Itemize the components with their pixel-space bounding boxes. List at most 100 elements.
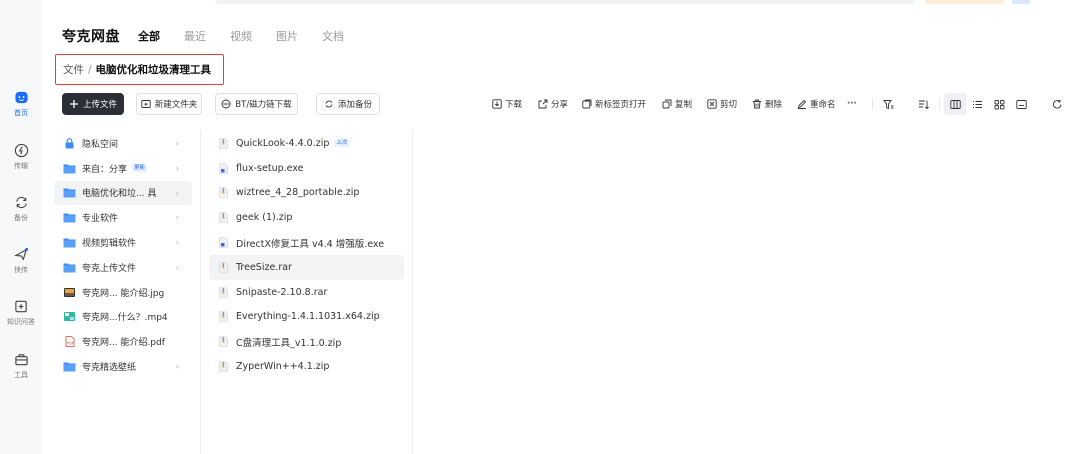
rar-file-icon	[219, 286, 228, 298]
folder-tree-label: 隐私空间	[82, 139, 119, 150]
download-label: 下载	[505, 100, 523, 110]
zip-file-icon	[219, 336, 228, 348]
folder-icon	[63, 164, 76, 174]
cut-button[interactable]: 剪切	[707, 93, 737, 115]
sidebar-item-home[interactable]: 首页	[0, 90, 42, 118]
file-row[interactable]: geek (1).zip	[209, 205, 404, 230]
open-new-tab-button[interactable]: 新标签页打开	[582, 93, 646, 115]
file-list: QuickLook-4.4.0.zip 上次 flux-setup.exe wiztr…	[209, 131, 404, 379]
copy-button[interactable]: 复制	[662, 93, 692, 115]
folder-tree-label: 夸克网... 能介绍.pdf	[82, 338, 165, 349]
new-folder-button[interactable]: 新建文件夹	[136, 93, 202, 115]
breadcrumb: 文件 / 电脑优化和垃圾清理工具	[55, 54, 224, 85]
file-name: wiztree_4_28_portable.zip	[236, 187, 360, 199]
pencil-icon	[797, 99, 807, 109]
folder-tree-item[interactable]: 夸克网...什么？.mp4	[54, 305, 192, 330]
folder-tree-item[interactable]: PDF 夸克网... 能介绍.pdf	[54, 329, 192, 354]
file-row[interactable]: DirectX修复工具 v4.4 增强版.exe	[209, 230, 404, 255]
sidebar-item-label: 传输	[14, 162, 28, 170]
folder-icon	[63, 213, 76, 223]
rename-label: 重命名	[810, 100, 836, 110]
folder-tree-label: 夸克网... 能介绍.jpg	[82, 288, 165, 299]
sort-icon	[918, 100, 929, 109]
tab-video[interactable]: 视频	[230, 28, 252, 44]
file-row[interactable]: C盘清理工具_v1.1.0.zip	[209, 329, 404, 354]
filter-button[interactable]	[877, 93, 899, 115]
rename-button[interactable]: 重命名	[797, 93, 836, 115]
folder-tree-item[interactable]: 专业软件 ›	[54, 205, 192, 230]
tab-image[interactable]: 图片	[276, 28, 298, 44]
bt-download-label: BT/磁力链下载	[235, 100, 292, 110]
share-button[interactable]: 分享	[538, 93, 568, 115]
sidebar-item-qa[interactable]: 知识问答	[0, 299, 42, 327]
sidebar-item-transfer[interactable]: 传输	[0, 143, 42, 171]
file-row[interactable]: Snipaste-2.10.8.rar	[209, 280, 404, 305]
svg-text:PDF: PDF	[67, 342, 74, 346]
tab-all[interactable]: 全部	[138, 28, 160, 44]
file-row[interactable]: ZyperWin++4.1.zip	[209, 354, 404, 379]
new-tab-icon	[582, 99, 592, 109]
sidebar-item-quick-send[interactable]: 快传	[0, 247, 42, 275]
cut-icon	[707, 99, 717, 109]
breadcrumb-root[interactable]: 文件	[63, 62, 84, 77]
sidebar-item-tools[interactable]: 工具	[0, 352, 42, 380]
file-row[interactable]: flux-setup.exe	[209, 156, 404, 181]
upload-button[interactable]: 上传文件	[62, 93, 124, 115]
view-grid-button[interactable]	[988, 93, 1010, 115]
chevron-right-icon[interactable]: ›	[176, 238, 179, 247]
folder-icon	[63, 238, 76, 248]
sidebar-item-label: 工具	[14, 371, 28, 379]
chevron-right-icon[interactable]: ›	[176, 164, 179, 173]
sort-button[interactable]	[912, 93, 934, 115]
file-row[interactable]: QuickLook-4.4.0.zip 上次	[209, 131, 404, 156]
file-row[interactable]: TreeSize.rar	[209, 254, 404, 280]
refresh-button[interactable]	[1046, 93, 1068, 115]
bt-download-button[interactable]: BT/磁力链下载	[215, 93, 298, 115]
column-divider	[200, 130, 201, 454]
view-column-button[interactable]	[944, 93, 966, 115]
download-icon	[492, 99, 502, 109]
image-file-icon	[64, 287, 75, 297]
file-row[interactable]: wiztree_4_28_portable.zip	[209, 181, 404, 206]
chevron-right-icon[interactable]: ›	[176, 189, 179, 198]
tab-recent[interactable]: 最近	[184, 28, 206, 44]
file-name: QuickLook-4.4.0.zip	[236, 137, 330, 149]
folder-tree-item[interactable]: 视频剪辑软件 ›	[54, 230, 192, 255]
breadcrumb-separator: /	[88, 63, 92, 76]
folder-tree-item[interactable]: 电脑优化和垃... 具 ›	[54, 180, 192, 206]
zip-file-icon	[219, 138, 228, 149]
tab-document[interactable]: 文档	[322, 28, 344, 44]
copy-label: 复制	[675, 100, 693, 110]
folder-tree-item[interactable]: 夸克精选壁纸 ›	[54, 354, 192, 379]
folder-tree-item[interactable]: 隐私空间 ›	[54, 131, 192, 156]
sidebar-item-label: 首页	[14, 109, 28, 117]
file-row[interactable]: Everything-1.4.1.1031.x64.zip	[209, 305, 404, 330]
delete-button[interactable]: 删除	[752, 93, 782, 115]
column-divider	[412, 130, 413, 454]
zip-file-icon	[219, 212, 228, 224]
folder-tree-item[interactable]: 来自：分享 更新 ›	[54, 156, 192, 181]
download-button[interactable]: 下载	[492, 93, 522, 115]
chevron-right-icon[interactable]: ›	[176, 362, 179, 371]
list-view-icon	[972, 100, 982, 108]
transfer-icon	[14, 143, 28, 158]
header: 夸克网盘 全部 最近 视频 图片 文档	[62, 26, 368, 46]
view-preview-button[interactable]	[1010, 93, 1032, 115]
folder-icon	[63, 188, 76, 198]
chevron-right-icon[interactable]: ›	[176, 213, 179, 222]
file-name: TreeSize.rar	[236, 261, 292, 273]
view-list-button[interactable]	[966, 93, 988, 115]
preview-view-icon	[1015, 99, 1027, 109]
more-button[interactable]: ···	[847, 93, 857, 115]
sidebar-item-backup[interactable]: 备份	[0, 195, 42, 223]
sidebar-item-label: 知识问答	[7, 318, 35, 326]
folder-tree-item[interactable]: 夸克网... 能介绍.jpg	[54, 280, 192, 305]
chevron-right-icon[interactable]: ›	[176, 139, 179, 148]
backup-icon	[325, 100, 333, 108]
folder-tree-item[interactable]: 夸克上传文件 ›	[54, 255, 192, 280]
folder-tree: 隐私空间 › 来自：分享 更新 › 电脑优化和垃... 具 › 专业软件 › 视频剪辑软件 › 夸克上…	[54, 131, 192, 379]
trash-icon	[753, 99, 761, 109]
chevron-right-icon[interactable]: ›	[176, 263, 179, 272]
add-backup-button[interactable]: 添加备份	[316, 93, 380, 115]
plus-icon	[69, 100, 78, 108]
